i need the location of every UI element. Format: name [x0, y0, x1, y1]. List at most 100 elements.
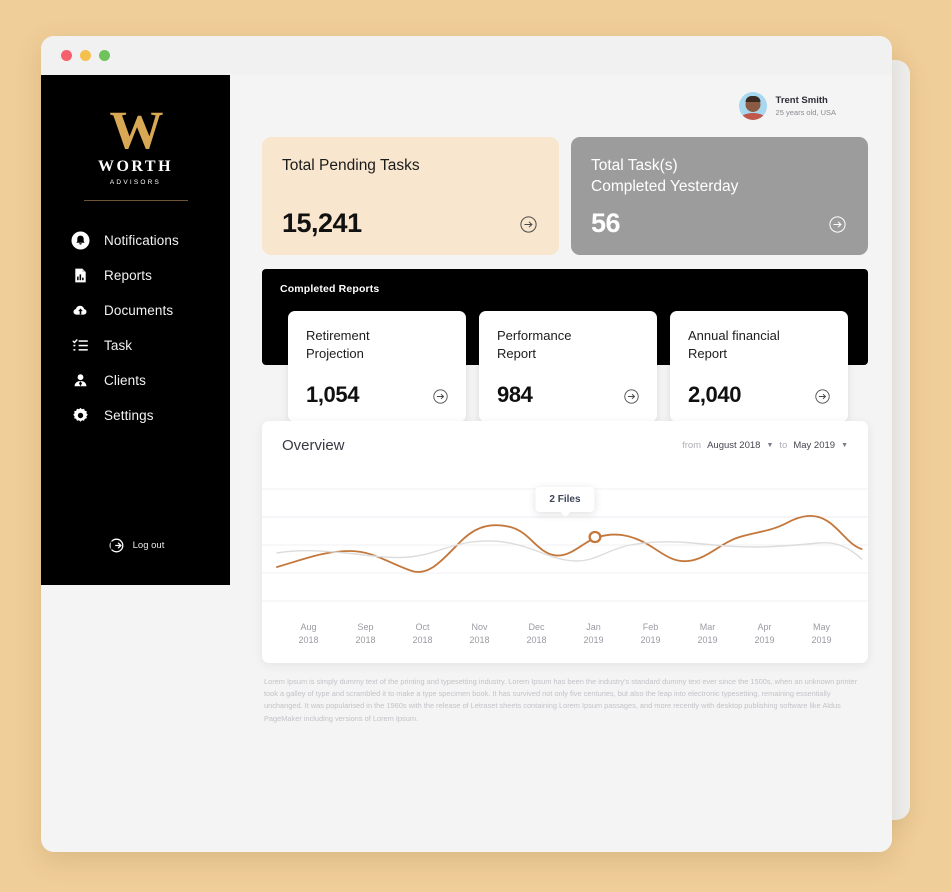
axis-tick-year: 2019 — [640, 634, 661, 645]
report-document-icon — [71, 266, 90, 285]
range-to-label: to — [779, 440, 788, 451]
overview-chart[interactable]: 2 Files — [262, 479, 868, 607]
main-content: Trent Smith 25 years old, USA Total Pend… — [230, 75, 892, 852]
chevron-down-icon: ▼ — [841, 442, 848, 449]
checklist-icon — [71, 336, 90, 355]
axis-tick-month: Apr — [757, 621, 772, 632]
axis-tick-month: Aug — [300, 621, 317, 632]
report-card-retirement-projection[interactable]: Retirement Projection 1,054 — [288, 311, 466, 422]
app-body: W WORTH ADVISORS Notifications Reports D… — [41, 75, 892, 852]
report-card-value: 1,054 — [306, 382, 360, 407]
axis-tick-year: 2019 — [583, 634, 604, 645]
sidebar-item-notifications[interactable]: Notifications — [41, 223, 230, 258]
logo-divider — [83, 200, 188, 202]
axis-tick: Apr 2019 — [736, 621, 793, 647]
axis-tick-month: Jan — [586, 621, 601, 632]
arrow-right-circle-icon[interactable] — [433, 389, 448, 404]
stat-card-title: Total Pending Tasks — [282, 157, 420, 174]
cloud-upload-icon — [71, 301, 90, 320]
stat-card-completed-yesterday[interactable]: Total Task(s) Completed Yesterday 56 — [571, 137, 868, 255]
sidebar-item-task[interactable]: Task — [41, 328, 230, 363]
report-card-name: Annual financial Report — [688, 327, 830, 364]
axis-tick: Feb 2019 — [622, 621, 679, 647]
maximize-window-dot[interactable] — [99, 50, 110, 61]
overview-header: Overview from August 2018 ▼ to May 2019 … — [280, 437, 850, 454]
arrow-right-circle-icon[interactable] — [520, 216, 537, 233]
axis-tick: Jan 2019 — [565, 621, 622, 647]
sidebar-item-documents[interactable]: Documents — [41, 293, 230, 328]
axis-tick: Oct 2018 — [394, 621, 451, 647]
chart-tooltip: 2 Files — [535, 487, 595, 512]
avatar[interactable] — [738, 92, 767, 120]
range-from-select[interactable]: August 2018 ▼ — [707, 440, 773, 451]
sidebar-item-label: Task — [104, 338, 133, 354]
axis-tick-month: Feb — [642, 621, 659, 632]
stat-card-pending-tasks[interactable]: Total Pending Tasks 15,241 — [262, 137, 559, 255]
report-card-name-line1: Performance — [497, 328, 572, 343]
report-card-name-line1: Annual financial — [688, 328, 780, 343]
brand-logo: W WORTH ADVISORS — [41, 97, 230, 205]
axis-tick-year: 2018 — [526, 634, 547, 645]
logo-mark: W — [109, 100, 164, 160]
person-icon — [71, 371, 90, 390]
report-card-annual-financial-report[interactable]: Annual financial Report 2,040 — [670, 311, 848, 422]
topbar: Trent Smith 25 years old, USA — [262, 75, 868, 137]
axis-tick-month: Mar — [699, 621, 716, 632]
date-range-controls: from August 2018 ▼ to May 2019 ▼ — [682, 440, 848, 451]
sidebar-item-label: Reports — [104, 268, 152, 284]
range-to-select[interactable]: May 2019 ▼ — [793, 440, 848, 451]
axis-tick: Mar 2019 — [679, 621, 736, 647]
sidebar-item-label: Settings — [104, 408, 154, 424]
chart-line-files — [276, 515, 863, 573]
axis-tick: Aug 2018 — [280, 621, 337, 647]
avatar-body — [739, 113, 766, 120]
report-card-value: 2,040 — [688, 382, 742, 407]
user-info: Trent Smith 25 years old, USA — [776, 95, 836, 117]
report-card-performance-report[interactable]: Performance Report 984 — [479, 311, 657, 422]
stat-card-value: 56 — [591, 208, 621, 238]
arrow-right-circle-icon[interactable] — [815, 389, 830, 404]
stat-card-title: Total Task(s) Completed Yesterday — [591, 155, 848, 198]
axis-tick-month: Dec — [528, 621, 545, 632]
sidebar-item-label: Documents — [104, 303, 174, 319]
sidebar-item-settings[interactable]: Settings — [41, 398, 230, 433]
sidebar-nav: Notifications Reports Documents Task Cli… — [41, 223, 230, 433]
report-card-value: 984 — [497, 382, 533, 407]
axis-tick-year: 2018 — [412, 634, 433, 645]
range-to-value: May 2019 — [793, 440, 836, 451]
axis-tick-month: Sep — [357, 621, 374, 632]
logout-icon — [107, 536, 126, 555]
sidebar: W WORTH ADVISORS Notifications Reports D… — [41, 75, 230, 585]
bell-icon — [71, 231, 90, 250]
user-name: Trent Smith — [775, 95, 828, 106]
arrow-right-circle-icon[interactable] — [829, 216, 846, 233]
report-cards-row: Retirement Projection 1,054 Performance — [288, 311, 848, 422]
stat-card-value: 15,241 — [282, 208, 362, 238]
axis-tick: Nov 2018 — [451, 621, 508, 647]
completed-reports-title: Completed Reports — [280, 283, 380, 295]
overview-title: Overview — [282, 437, 345, 454]
range-from-value: August 2018 — [707, 440, 761, 451]
sidebar-item-clients[interactable]: Clients — [41, 363, 230, 398]
report-card-name: Retirement Projection — [306, 327, 448, 364]
report-card-name-line2: Projection — [306, 346, 364, 362]
arrow-right-circle-icon[interactable] — [624, 389, 639, 404]
close-window-dot[interactable] — [61, 50, 72, 61]
report-card-name-line1: Retirement — [306, 328, 370, 343]
sidebar-item-reports[interactable]: Reports — [41, 258, 230, 293]
logo-tagline: ADVISORS — [109, 179, 162, 187]
report-card-name-line2: Report — [688, 346, 728, 362]
gear-icon — [71, 406, 90, 425]
stats-row: Total Pending Tasks 15,241 Total Task(s)… — [262, 137, 868, 255]
app-stage: W WORTH ADVISORS Notifications Reports D… — [0, 0, 951, 892]
logout-button[interactable]: Log out — [41, 536, 230, 555]
user-meta: 25 years old, USA — [775, 108, 836, 117]
report-card-name-line2: Report — [497, 346, 537, 362]
overview-card: Overview from August 2018 ▼ to May 2019 … — [262, 421, 868, 663]
axis-tick-year: 2019 — [697, 634, 718, 645]
avatar-hair — [745, 96, 761, 102]
report-card-name: Performance Report — [497, 327, 639, 364]
completed-reports-panel: Completed Reports Retirement Projection … — [262, 269, 868, 422]
minimize-window-dot[interactable] — [80, 50, 91, 61]
footer-description: Lorem Ipsum is simply dummy text of the … — [264, 677, 858, 723]
